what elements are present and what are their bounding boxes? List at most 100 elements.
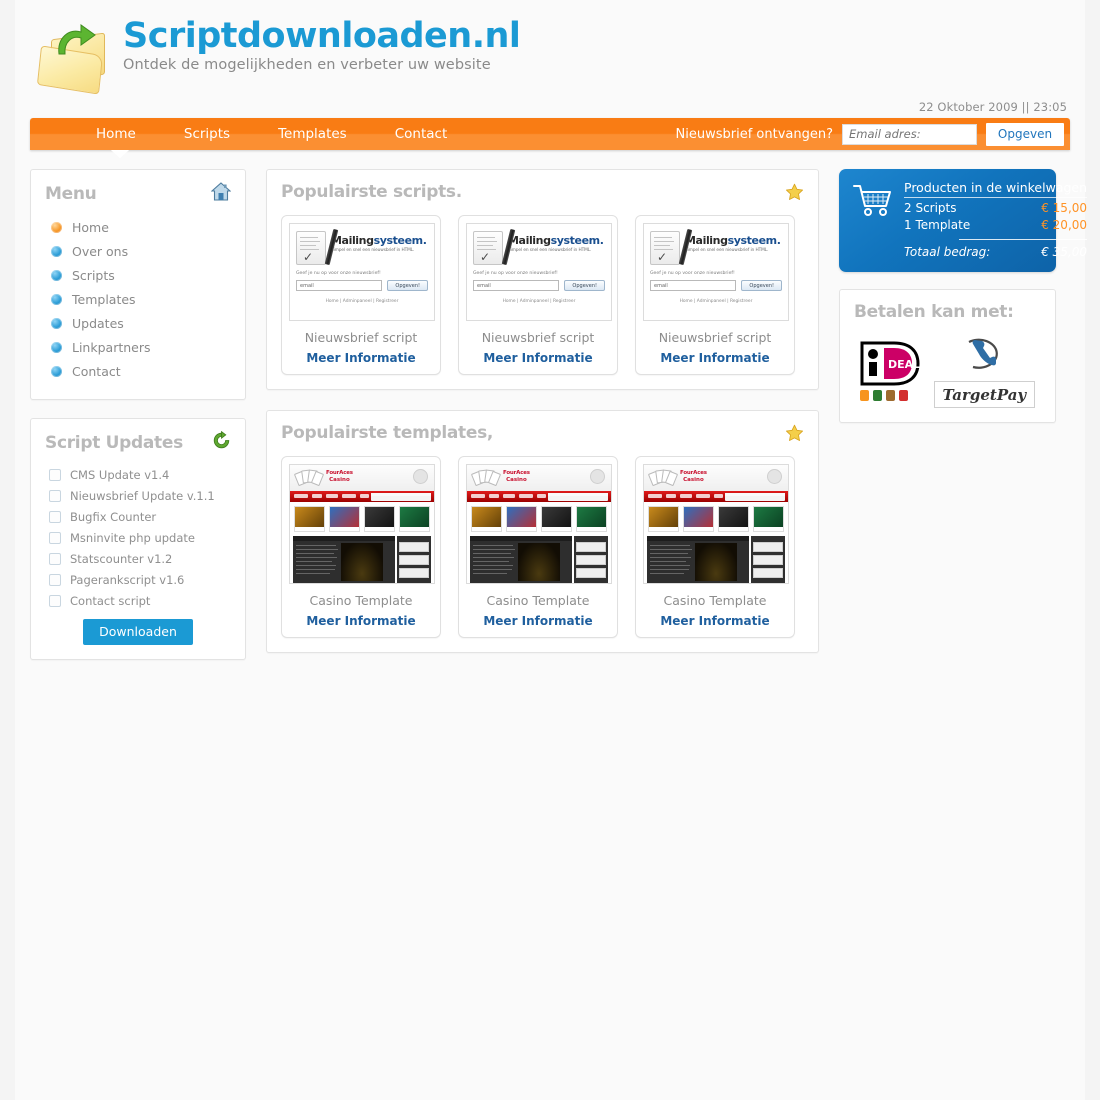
more-info-link[interactable]: Meer Informatie (289, 351, 433, 365)
nav-item-home[interactable]: Home (72, 118, 160, 150)
targetpay-logo[interactable]: TargetPay (933, 334, 1036, 408)
ideal-logo[interactable]: DEAL (859, 341, 922, 401)
main-nav-wrapper: Home Scripts Templates Contact Nieuwsbri… (30, 118, 1070, 158)
sidebar-item-label[interactable]: Over ons (72, 244, 128, 259)
newsletter-form: Nieuwsbrief ontvangen? Opgeven (676, 118, 1070, 150)
template-card[interactable]: FourAces Casino Casino Template Meer Inf… (281, 456, 441, 638)
casino-logo-line1: FourAces (503, 470, 530, 476)
script-card[interactable]: ✓ Mailingsysteem. Simpel en snel een nie… (635, 215, 795, 375)
bullet-icon (51, 293, 62, 305)
bullet-icon (51, 317, 62, 329)
list-item[interactable]: CMS Update v1.4 (45, 464, 231, 485)
template-card[interactable]: FourAces Casino Casino Template Meer Inf… (635, 456, 795, 638)
cart-total-amount: € 35,00 (1041, 245, 1088, 259)
page-container: Scriptdownloaden.nl Ontdek de mogelijkhe… (15, 0, 1088, 1100)
download-button[interactable]: Downloaden (83, 619, 193, 645)
left-sidebar: Menu Home Over ons Scripts Templates Upd… (30, 169, 246, 660)
checkbox-icon[interactable] (49, 531, 61, 544)
bank-dot (885, 390, 895, 401)
newsletter-submit-button[interactable]: Opgeven (986, 122, 1064, 146)
nav-links: Home Scripts Templates Contact (30, 118, 471, 150)
menu-panel-title: Menu (45, 183, 97, 204)
thumb-submit-button: Opgeven! (564, 280, 605, 291)
document-pen-icon: ✓ (650, 228, 693, 266)
thumb-footer-links: Home | Adminpaneel | Registreer (325, 299, 399, 304)
sidebar-item-home[interactable]: Home (45, 215, 231, 239)
casino-badge-icon (590, 469, 605, 484)
more-info-link[interactable]: Meer Informatie (289, 614, 433, 628)
thumb-brand-2: systeem. (550, 234, 604, 247)
refresh-icon[interactable] (212, 430, 231, 454)
site-title-block: Scriptdownloaden.nl Ontdek de mogelijkhe… (123, 18, 521, 73)
checkbox-icon[interactable] (49, 573, 61, 586)
script-updates-list: CMS Update v1.4 Nieuwsbrief Update v.1.1… (45, 464, 231, 611)
checkbox-icon[interactable] (49, 489, 61, 502)
home-icon[interactable] (210, 182, 232, 205)
sidebar-item-label[interactable]: Contact (72, 364, 121, 379)
document-pen-icon: ✓ (473, 228, 516, 266)
bullet-icon (51, 221, 62, 233)
script-caption: Nieuwsbrief script (304, 330, 418, 345)
nav-item-templates[interactable]: Templates (254, 118, 371, 150)
targetpay-label: TargetPay (942, 386, 1027, 404)
template-caption: Casino Template (309, 593, 413, 608)
thumb-lead: Geef je nu op voor onze nieuwsbrief! (296, 271, 381, 276)
nav-item-contact[interactable]: Contact (371, 118, 472, 150)
script-updates-panel: Script Updates CMS Update v1.4 Nieuwsbri… (30, 418, 246, 660)
casino-logo-line2: Casino (329, 477, 350, 483)
thumb-brand-1: Mailing (685, 234, 728, 247)
bank-dot (872, 390, 882, 401)
template-caption: Casino Template (486, 593, 590, 608)
playing-cards-icon (647, 469, 679, 487)
script-card[interactable]: ✓ Mailingsysteem. Simpel en snel een nie… (458, 215, 618, 375)
script-card[interactable]: ✓ Mailingsysteem. Simpel en snel een nie… (281, 215, 441, 375)
popular-scripts-panel: Populairste scripts. ✓ Mailingsysteem. S… (266, 169, 819, 390)
script-caption: Nieuwsbrief script (658, 330, 772, 345)
menu-list: Home Over ons Scripts Templates Updates … (45, 215, 231, 383)
cart-title: Producten in de winkelwagen (904, 180, 1088, 198)
list-item[interactable]: Bugfix Counter (45, 506, 231, 527)
bullet-icon (51, 365, 62, 377)
sidebar-item-templates[interactable]: Templates (45, 287, 231, 311)
sidebar-item-linkpartners[interactable]: Linkpartners (45, 335, 231, 359)
checkbox-icon[interactable] (49, 594, 61, 607)
nav-item-scripts[interactable]: Scripts (160, 118, 254, 150)
casino-logo-line2: Casino (683, 477, 704, 483)
checkbox-icon[interactable] (49, 552, 61, 565)
newsletter-email-input[interactable] (842, 123, 977, 145)
thumb-submit-button: Opgeven! (741, 280, 782, 291)
checkbox-icon[interactable] (49, 468, 61, 481)
list-item[interactable]: Nieuwsbrief Update v.1.1 (45, 485, 231, 506)
playing-cards-icon (293, 469, 325, 487)
thumb-footer-links: Home | Adminpaneel | Registreer (502, 299, 576, 304)
list-item[interactable]: Pagerankscript v1.6 (45, 569, 231, 590)
star-icon (785, 183, 804, 202)
list-item[interactable]: Statscounter v1.2 (45, 548, 231, 569)
thumb-brand-2: systeem. (727, 234, 781, 247)
sidebar-item-updates[interactable]: Updates (45, 311, 231, 335)
sidebar-item-over-ons[interactable]: Over ons (45, 239, 231, 263)
templates-list: FourAces Casino Casino Template Meer Inf… (281, 456, 804, 638)
sidebar-item-label[interactable]: Linkpartners (72, 340, 151, 355)
list-item[interactable]: Contact script (45, 590, 231, 611)
sidebar-item-label[interactable]: Updates (72, 316, 124, 331)
template-card[interactable]: FourAces Casino Casino Template Meer Inf… (458, 456, 618, 638)
more-info-link[interactable]: Meer Informatie (643, 351, 787, 365)
more-info-link[interactable]: Meer Informatie (466, 614, 610, 628)
sidebar-item-label[interactable]: Home (72, 220, 109, 235)
list-item[interactable]: Msninvite php update (45, 527, 231, 548)
checkbox-icon[interactable] (49, 510, 61, 523)
more-info-link[interactable]: Meer Informatie (643, 614, 787, 628)
bank-dot (898, 390, 908, 401)
sidebar-item-label[interactable]: Templates (72, 292, 136, 307)
script-caption: Nieuwsbrief script (481, 330, 595, 345)
bank-logos-row (859, 390, 922, 401)
thumb-brand-1: Mailing (508, 234, 551, 247)
sidebar-item-scripts[interactable]: Scripts (45, 263, 231, 287)
sidebar-item-contact[interactable]: Contact (45, 359, 231, 383)
more-info-link[interactable]: Meer Informatie (466, 351, 610, 365)
sidebar-item-label[interactable]: Scripts (72, 268, 115, 283)
thumb-email-input: email (296, 280, 383, 291)
shopping-cart-panel[interactable]: Producten in de winkelwagen 2 Scripts € … (839, 169, 1088, 272)
update-label: Statscounter v1.2 (70, 551, 173, 566)
